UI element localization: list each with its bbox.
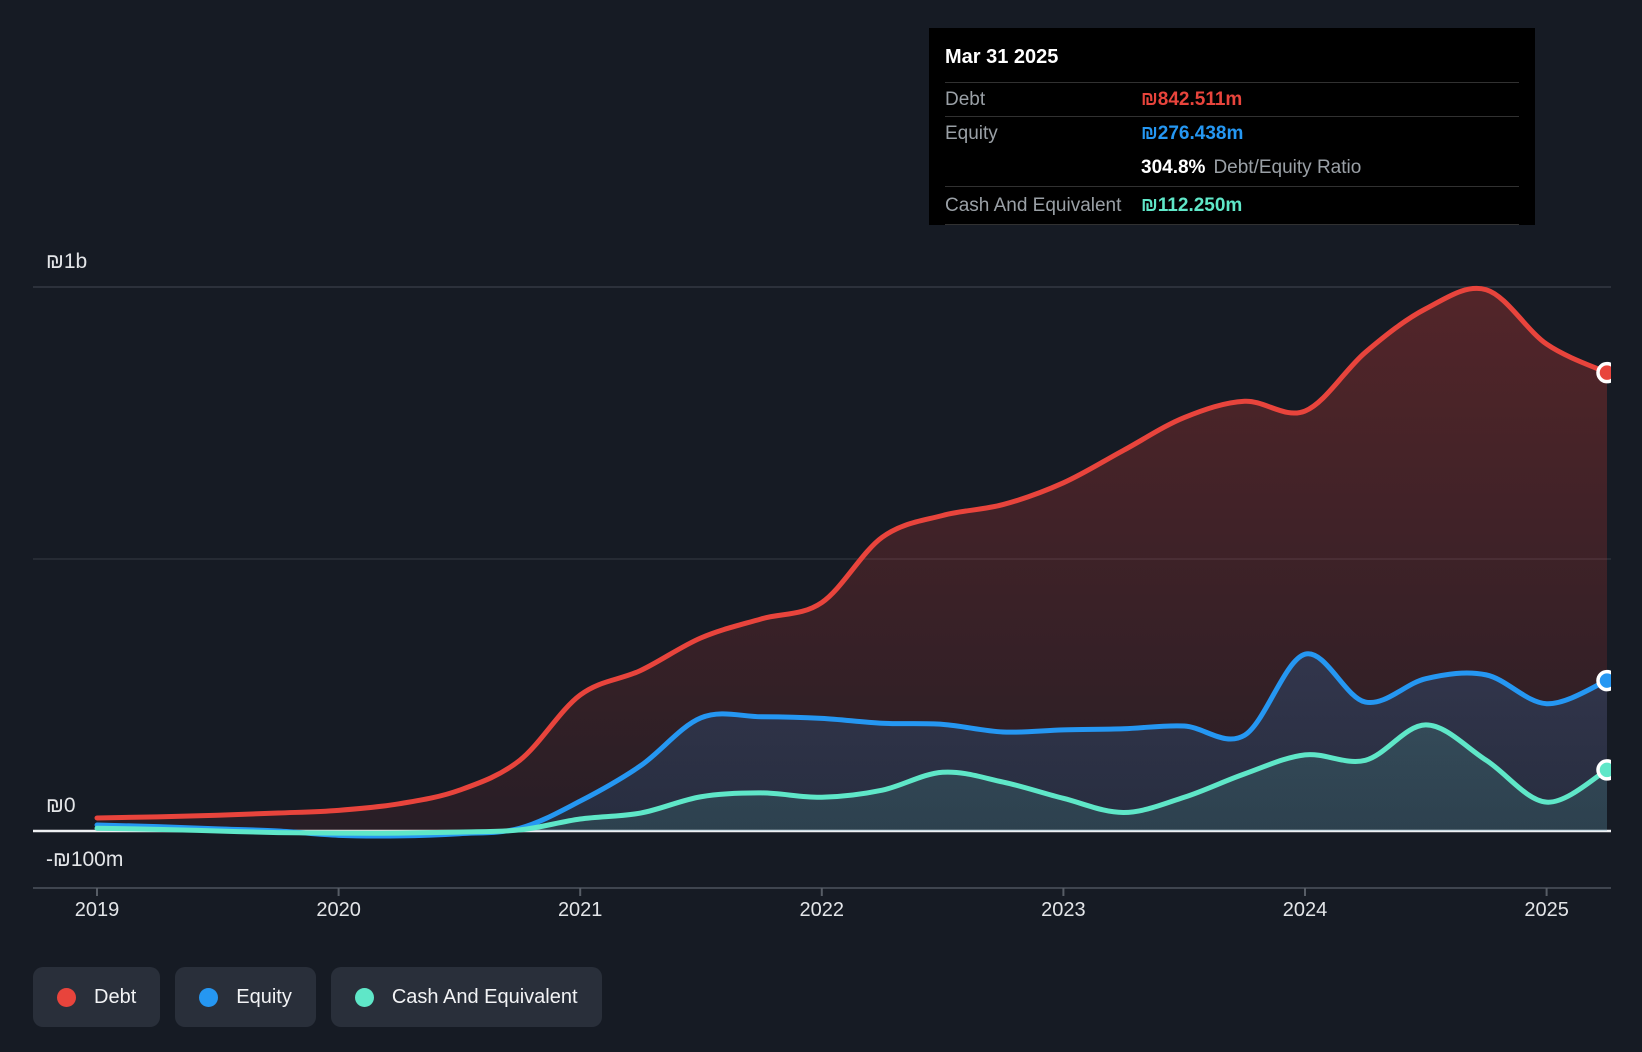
tooltip-ratio-label: Debt/Equity Ratio [1213, 157, 1362, 178]
tooltip-ratio-value: 304.8% [1141, 157, 1206, 178]
legend-dot-cash [354, 987, 374, 1007]
legend-label-equity: Equity [236, 985, 292, 1008]
legend-label-debt: Debt [94, 985, 137, 1008]
x-axis-label-2024: 2024 [1282, 899, 1328, 921]
x-axis-label-2025: 2025 [1524, 899, 1569, 921]
y-axis-label: ₪1b [46, 250, 88, 273]
y-axis-label: ₪0 [46, 794, 76, 817]
equity-endpoint-marker [1596, 669, 1611, 692]
legend-item-debt[interactable]: Debt [33, 967, 161, 1027]
tooltip-ratio: 304.8% Debt/Equity Ratio [1141, 157, 1361, 179]
tooltip-equity-value: ₪276.438m [1141, 122, 1244, 144]
x-axis-label-2019: 2019 [74, 899, 120, 921]
tooltip-row-equity: Equity ₪276.438m [945, 116, 1519, 150]
tooltip-date: Mar 31 2025 [945, 46, 1059, 68]
tooltip-row-ratio: 304.8% Debt/Equity Ratio [945, 150, 1519, 186]
tooltip-row-debt: Debt ₪842.511m [945, 82, 1519, 116]
debt-endpoint-marker [1596, 361, 1611, 384]
x-axis-label-2021: 2021 [557, 899, 603, 921]
tooltip-debt-label: Debt [945, 88, 986, 110]
x-axis-label-2023: 2023 [1041, 899, 1086, 921]
chart-page: { "colors": { "background": "#161b24", "… [0, 0, 1642, 1052]
legend-label-cash: Cash And Equivalent [391, 985, 578, 1008]
y-axis-label: -₪100m [46, 848, 124, 872]
chart-tooltip: Mar 31 2025 Debt ₪842.511m Equity ₪276.4… [929, 28, 1535, 225]
tooltip-cash-label: Cash And Equivalent [945, 194, 1122, 216]
tooltip-debt-value: ₪842.511m [1141, 88, 1243, 110]
chart-legend: Debt Equity Cash And Equivalent [33, 967, 602, 1027]
legend-dot-equity [199, 987, 219, 1007]
x-axis-label-2022: 2022 [799, 899, 845, 921]
tooltip-equity-label: Equity [945, 122, 998, 144]
x-axis-label-2020: 2020 [316, 899, 361, 921]
tooltip-row-cash: Cash And Equivalent ₪112.250m [945, 186, 1519, 225]
legend-dot-debt [57, 987, 76, 1007]
cash-endpoint-marker [1596, 759, 1611, 781]
tooltip-cash-value: ₪112.250m [1141, 194, 1243, 216]
legend-item-cash[interactable]: Cash And Equivalent [330, 967, 602, 1027]
legend-item-equity[interactable]: Equity [175, 967, 316, 1027]
